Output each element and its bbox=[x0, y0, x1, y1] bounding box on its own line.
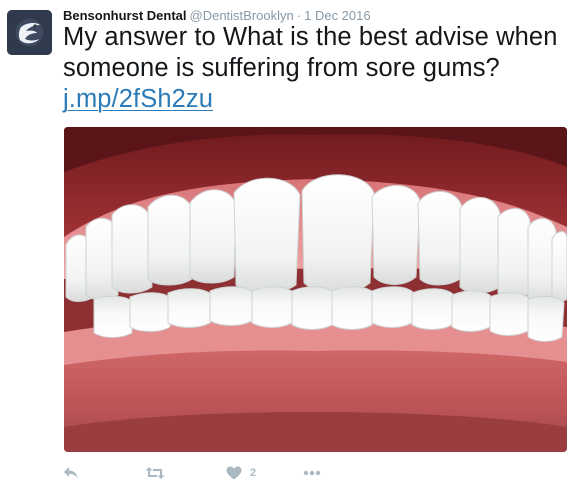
author-handle[interactable]: @DentistBrooklyn bbox=[190, 8, 294, 23]
avatar[interactable] bbox=[7, 10, 52, 55]
more-button[interactable] bbox=[303, 462, 321, 484]
teeth-photo-icon bbox=[64, 127, 567, 452]
author-name[interactable]: Bensonhurst Dental bbox=[63, 8, 187, 23]
tweet-media[interactable] bbox=[64, 127, 567, 452]
tweet-date[interactable]: 1 Dec 2016 bbox=[304, 8, 371, 23]
retweet-button[interactable] bbox=[145, 462, 165, 484]
like-count: 2 bbox=[250, 467, 257, 479]
tweet-text: My answer to What is the best advise whe… bbox=[63, 22, 571, 115]
reply-icon bbox=[64, 467, 78, 479]
tweet-text-body: My answer to What is the best advise whe… bbox=[63, 23, 558, 82]
heart-icon bbox=[226, 466, 242, 480]
separator-dot: · bbox=[296, 8, 302, 23]
like-button[interactable]: 2 bbox=[226, 462, 256, 484]
logo-avatar-icon bbox=[7, 10, 52, 55]
more-dots-icon bbox=[303, 470, 321, 476]
retweet-icon bbox=[145, 467, 165, 479]
tweet-actions: 2 bbox=[63, 462, 363, 484]
reply-button[interactable] bbox=[63, 462, 79, 484]
tweet-card: Bensonhurst Dental @DentistBrooklyn · 1 Dec… bbox=[0, 0, 577, 492]
tweet-link[interactable]: j.mp/2fSh2zu bbox=[63, 85, 213, 113]
